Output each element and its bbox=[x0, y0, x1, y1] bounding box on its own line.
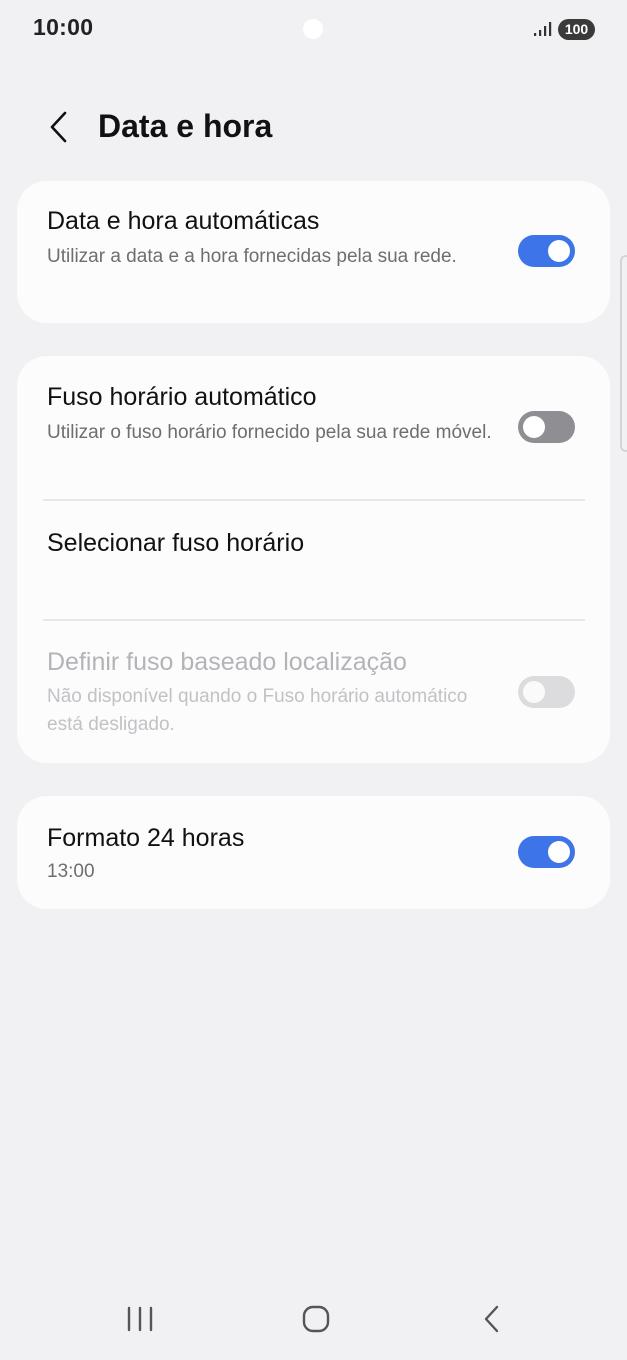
format-24h-card: Formato 24 horas 13:00 bbox=[17, 796, 610, 909]
auto-timezone-subtitle: Utilizar o fuso horário fornecido pela s… bbox=[47, 422, 492, 443]
auto-datetime-title: Data e hora automáticas bbox=[47, 207, 320, 235]
recents-icon bbox=[125, 1305, 155, 1338]
format-24h-subtitle: 13:00 bbox=[47, 861, 95, 882]
navigation-bar bbox=[0, 1290, 627, 1350]
home-icon bbox=[301, 1304, 331, 1339]
format-24h-row[interactable]: Formato 24 horas 13:00 bbox=[17, 796, 610, 909]
location-timezone-toggle bbox=[518, 676, 575, 708]
status-time: 10:00 bbox=[33, 14, 94, 40]
toggle-knob bbox=[523, 681, 545, 703]
location-timezone-subtitle: Não disponível quando o Fuso horário aut… bbox=[47, 686, 468, 735]
select-timezone-row[interactable]: Selecionar fuso horário bbox=[17, 501, 610, 619]
back-icon bbox=[481, 1304, 503, 1339]
nav-back-button[interactable] bbox=[470, 1304, 514, 1338]
location-timezone-row: Definir fuso baseado localização Não dis… bbox=[17, 621, 610, 763]
location-timezone-title: Definir fuso baseado localização bbox=[47, 648, 407, 676]
signal-bars-icon bbox=[533, 21, 553, 37]
auto-timezone-title: Fuso horário automático bbox=[47, 383, 317, 411]
select-timezone-title: Selecionar fuso horário bbox=[47, 529, 305, 557]
format-24h-toggle[interactable] bbox=[518, 836, 575, 868]
back-button[interactable] bbox=[38, 106, 80, 152]
auto-datetime-card: Data e hora automáticas Utilizar a data … bbox=[17, 181, 610, 323]
chevron-left-icon bbox=[48, 110, 70, 149]
camera-cutout bbox=[303, 19, 323, 39]
home-button[interactable] bbox=[294, 1304, 338, 1338]
auto-datetime-toggle[interactable] bbox=[518, 235, 575, 267]
status-bar: 10:00 100 bbox=[0, 0, 627, 60]
auto-datetime-subtitle: Utilizar a data e a hora fornecidas pela… bbox=[47, 246, 457, 267]
page-title: Data e hora bbox=[98, 108, 273, 144]
scroll-indicator[interactable] bbox=[620, 255, 627, 452]
toggle-knob bbox=[548, 841, 570, 863]
toggle-knob bbox=[523, 416, 545, 438]
auto-timezone-row[interactable]: Fuso horário automático Utilizar o fuso … bbox=[17, 356, 610, 499]
timezone-card: Fuso horário automático Utilizar o fuso … bbox=[17, 356, 610, 763]
toggle-knob bbox=[548, 240, 570, 262]
recents-button[interactable] bbox=[118, 1304, 162, 1338]
format-24h-title: Formato 24 horas bbox=[47, 824, 245, 852]
auto-datetime-row[interactable]: Data e hora automáticas Utilizar a data … bbox=[17, 181, 610, 323]
battery-indicator: 100 bbox=[558, 19, 595, 40]
auto-timezone-toggle[interactable] bbox=[518, 411, 575, 443]
